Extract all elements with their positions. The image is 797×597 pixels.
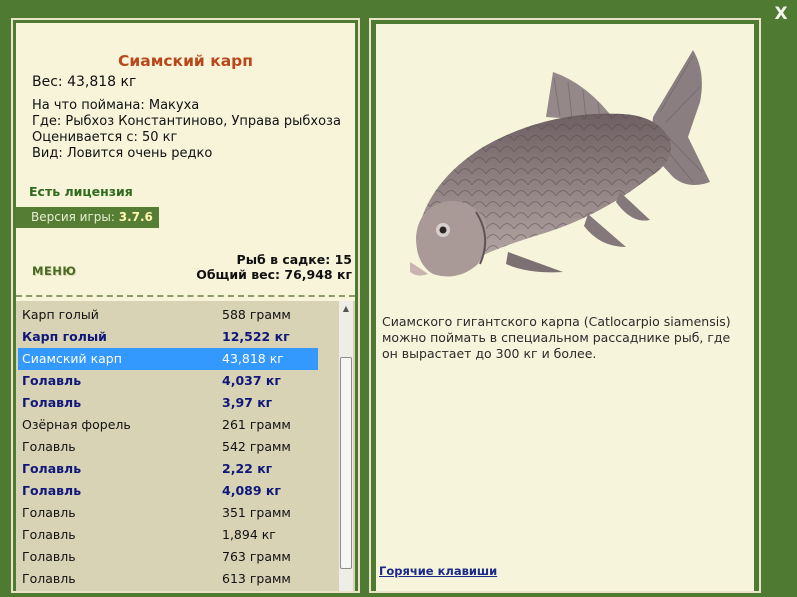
- list-item-weight: 2,22 кг: [222, 461, 273, 476]
- list-item-name: Голавль: [22, 395, 82, 410]
- list-item[interactable]: Карп голый 588 грамм: [18, 304, 318, 326]
- hotkeys-link[interactable]: Горячие клавиши: [379, 564, 497, 578]
- list-item-weight: 613 грамм: [222, 571, 291, 586]
- list-item-weight: 763 грамм: [222, 549, 291, 564]
- license-status: Есть лицензия: [29, 184, 133, 199]
- fish-detail-content: Сиамского гигантского карпа (Catlocarpio…: [376, 24, 754, 591]
- fish-description: Сиамского гигантского карпа (Catlocarpio…: [382, 314, 731, 361]
- keepnet-stats: Рыб в садке: 15 Общий вес: 76,948 кг: [196, 252, 352, 282]
- list-item[interactable]: Голавль 542 грамм: [18, 436, 318, 458]
- list-item-weight: 43,818 кг: [222, 351, 284, 366]
- list-item[interactable]: Сиамский карп 43,818 кг: [18, 348, 318, 370]
- list-item-name: Сиамский карп: [22, 351, 122, 366]
- fish-kind: Вид: Ловится очень редко: [32, 146, 213, 161]
- list-item-weight: 351 грамм: [222, 505, 291, 520]
- list-item-weight: 4,037 кг: [222, 373, 281, 388]
- fish-info-content: Сиамский карп Вес: 43,818 кг На что пойм…: [16, 23, 355, 591]
- list-item-name: Голавль: [22, 483, 82, 498]
- close-button[interactable]: X: [772, 4, 790, 24]
- list-item-name: Голавль: [22, 505, 76, 520]
- game-version: Версия игры: 3.7.6: [16, 207, 159, 228]
- list-item-name: Карп голый: [22, 329, 107, 344]
- menu-button[interactable]: МЕНЮ: [32, 264, 76, 278]
- list-item-weight: 3,97 кг: [222, 395, 273, 410]
- list-item-weight: 542 грамм: [222, 439, 291, 454]
- total-weight: Общий вес: 76,948 кг: [196, 267, 352, 282]
- list-item[interactable]: Карп голый 12,522 кг: [18, 326, 318, 348]
- list-item-name: Голавль: [22, 461, 82, 476]
- list-item-weight: 12,522 кг: [222, 329, 290, 344]
- list-item-name: Голавль: [22, 439, 76, 454]
- fish-info-panel: Сиамский карп Вес: 43,818 кг На что пойм…: [11, 18, 360, 593]
- list-item-name: Озёрная форель: [22, 417, 131, 432]
- fish-count: Рыб в садке: 15: [236, 252, 352, 267]
- list-item[interactable]: Голавль 2,22 кг: [18, 458, 318, 480]
- version-label: Версия игры:: [31, 210, 115, 224]
- fish-bait: На что поймана: Макуха: [32, 98, 200, 113]
- fish-weight: Вес: 43,818 кг: [32, 74, 137, 90]
- siamese-carp-image: [410, 50, 710, 277]
- list-item[interactable]: Голавль 1,894 кг: [18, 524, 318, 546]
- list-item[interactable]: Голавль 613 грамм: [18, 568, 318, 590]
- list-item[interactable]: Озёрная форель 261 грамм: [18, 414, 318, 436]
- separator: [16, 295, 355, 297]
- scroll-thumb[interactable]: [340, 357, 352, 569]
- list-item-name: Голавль: [22, 549, 76, 564]
- version-value: 3.7.6: [118, 210, 153, 224]
- close-icon[interactable]: X: [774, 4, 787, 24]
- fish-location: Где: Рыбхоз Константиново, Управа рыбхоз…: [32, 114, 341, 129]
- fish-title: Сиамский карп: [118, 52, 253, 70]
- list-item-name: Карп голый: [22, 307, 99, 322]
- fish-value: Оценивается с: 50 кг: [32, 130, 178, 145]
- list-item-name: Голавль: [22, 571, 76, 586]
- list-item-weight: 1,894 кг: [222, 527, 276, 542]
- list-item-name: Голавль: [22, 527, 76, 542]
- catch-list[interactable]: ▲ Карп голый 588 грамм Карп голый 12,522 кг…: [16, 301, 355, 591]
- list-item-weight: 4,089 кг: [222, 483, 281, 498]
- list-item-weight: 588 грамм: [222, 307, 291, 322]
- fish-detail-panel: Сиамского гигантского карпа (Catlocarpio…: [369, 18, 761, 593]
- list-item[interactable]: Голавль 763 грамм: [18, 546, 318, 568]
- list-item[interactable]: Голавль 351 грамм: [18, 502, 318, 524]
- list-item-weight: 261 грамм: [222, 417, 291, 432]
- list-item[interactable]: Голавль 3,97 кг: [18, 392, 318, 414]
- list-item[interactable]: Голавль 4,089 кг: [18, 480, 318, 502]
- list-item-name: Голавль: [22, 373, 82, 388]
- arrow-up-icon[interactable]: ▲: [339, 302, 353, 316]
- list-item[interactable]: Голавль 4,037 кг: [18, 370, 318, 392]
- list-scrollbar[interactable]: ▲: [339, 301, 353, 591]
